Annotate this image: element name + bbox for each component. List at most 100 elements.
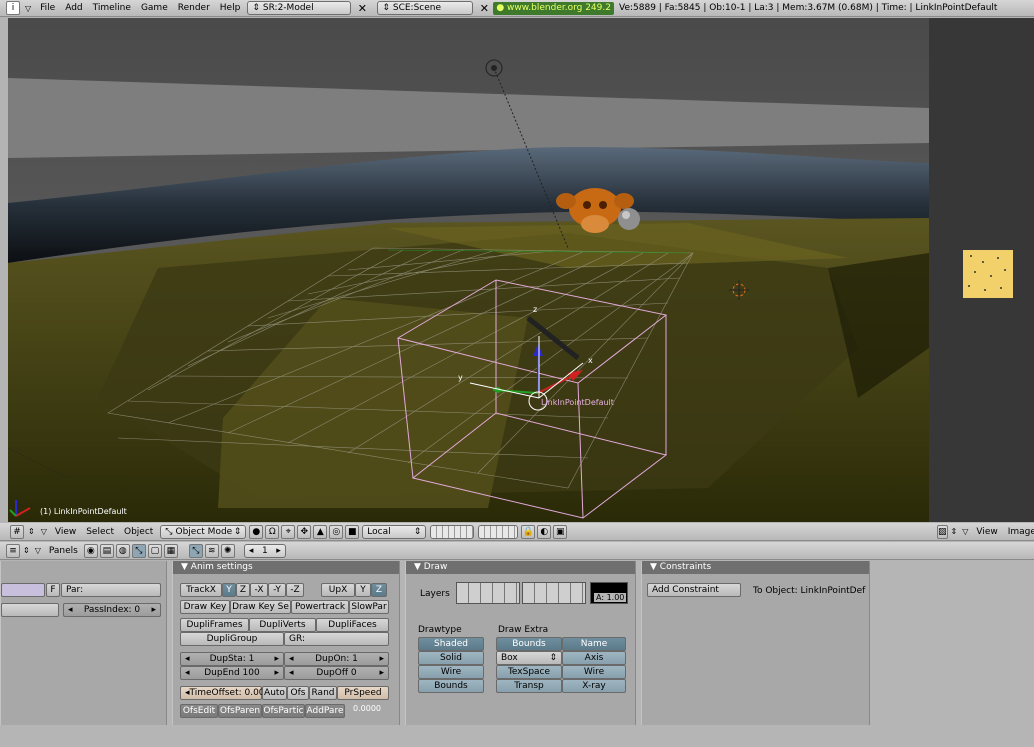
dupliverts-button[interactable]: DupliVerts	[249, 618, 316, 632]
scene-selector[interactable]: ⇕ SCE:Scene	[377, 1, 474, 15]
layer-buttons-1[interactable]	[430, 524, 475, 539]
object-subtab-icon[interactable]: ⤡	[188, 543, 203, 558]
layer-buttons-2[interactable]	[478, 524, 519, 539]
dupligroup-button[interactable]: DupliGroup	[180, 632, 284, 646]
menu-object[interactable]: Object	[124, 527, 153, 537]
render-icon[interactable]: ▣	[553, 524, 568, 539]
menu-select[interactable]: Select	[86, 527, 114, 537]
snap-icon[interactable]: ■	[345, 524, 360, 539]
xray-button[interactable]: X-ray	[562, 679, 626, 693]
image-editor[interactable]	[929, 18, 1034, 522]
object-name-field[interactable]	[1, 583, 45, 597]
info-icon[interactable]: i	[6, 1, 20, 15]
particles-icon[interactable]: ✺	[220, 543, 235, 558]
blank-field[interactable]	[1, 603, 59, 617]
image-editor-arrows-icon[interactable]: ⇕	[951, 527, 958, 536]
layers-grid-1[interactable]	[456, 582, 520, 604]
collapse-icon[interactable]: ▽	[25, 4, 31, 13]
frame-field[interactable]: ◂ 1 ▸	[243, 543, 286, 558]
timeoffset-field[interactable]: ◂TimeOffset: 0.00▸	[180, 686, 269, 700]
up-x-button[interactable]: UpX	[321, 583, 355, 597]
drawtype-wire[interactable]: Wire	[418, 665, 484, 679]
drawtype-shaded[interactable]: Shaded	[418, 637, 484, 651]
rotate-icon[interactable]: ▲	[313, 524, 328, 539]
track-x-button[interactable]: TrackX	[180, 583, 222, 597]
buttons-editor-arrows-icon[interactable]: ⇕	[23, 546, 30, 555]
rand-button[interactable]: Rand	[309, 686, 337, 700]
bounds-type-select[interactable]: Box ⇕	[496, 651, 562, 665]
dupsta-field[interactable]: ◂ DupSta: 1 ▸	[180, 652, 284, 666]
axis-button[interactable]: Axis	[562, 651, 626, 665]
up-y-button[interactable]: Y	[355, 583, 371, 597]
collapse-icon[interactable]: ▽	[41, 527, 47, 536]
prspeed-button[interactable]: PrSpeed	[337, 686, 389, 700]
menu-game[interactable]: Game	[141, 3, 168, 13]
menu-help[interactable]: Help	[220, 3, 241, 13]
texspace-button[interactable]: TexSpace	[496, 665, 562, 679]
image-menu-view[interactable]: View	[976, 527, 997, 537]
draw-key-sel-button[interactable]: Draw Key Se	[230, 600, 291, 614]
image-menu-image[interactable]: Image	[1008, 527, 1034, 537]
ofs-button[interactable]: Ofs	[287, 686, 309, 700]
dupoff-field[interactable]: ◂ DupOff 0 ▸	[284, 666, 389, 680]
delete-screen-icon[interactable]: ✕	[355, 1, 369, 15]
logic-icon[interactable]: ◉	[83, 543, 98, 558]
buttons-editor-icon[interactable]: ≡	[6, 543, 20, 558]
add-constraint-button[interactable]: Add Constraint	[647, 583, 741, 597]
passindex-field[interactable]: ◂ PassIndex: 0 ▸	[63, 603, 161, 617]
edit-icon[interactable]: ▢	[147, 543, 162, 558]
menu-render[interactable]: Render	[178, 3, 210, 13]
dupend-field[interactable]: ◂ DupEnd 100 ▸	[180, 666, 284, 680]
track-negz-button[interactable]: -Z	[286, 583, 304, 597]
manipulator-icon[interactable]: ⌖	[281, 524, 296, 539]
slowpar-button[interactable]: SlowPar	[349, 600, 389, 614]
buttons-collapse-icon[interactable]: ▽	[35, 546, 41, 555]
parent-field[interactable]: Par:	[61, 583, 161, 597]
menu-panels[interactable]: Panels	[49, 546, 78, 556]
menu-add[interactable]: Add	[65, 3, 82, 13]
addpare-button[interactable]: AddPare	[305, 704, 345, 718]
render-preview-icon[interactable]: ◐	[537, 524, 552, 539]
blender-link[interactable]: ● www.blender.org 249.2	[493, 1, 614, 15]
ofsedit-button[interactable]: OfsEdit	[180, 704, 218, 718]
editor-type-icon[interactable]: #	[10, 524, 24, 539]
delete-scene-icon[interactable]: ✕	[477, 1, 491, 15]
screen-selector[interactable]: ⇕ SR:2-Model	[247, 1, 352, 15]
physics-icon[interactable]: ≋	[204, 543, 219, 558]
name-button[interactable]: Name	[562, 637, 626, 651]
powertrack-button[interactable]: Powertrack	[291, 600, 349, 614]
object-icon[interactable]: ⤡	[131, 543, 146, 558]
pivot-icon[interactable]: Ω	[265, 524, 280, 539]
track-negx-button[interactable]: -X	[250, 583, 268, 597]
mode-selector[interactable]: ⤡ Object Mode ⇕	[160, 524, 247, 539]
up-z-button[interactable]: Z	[371, 583, 387, 597]
image-editor-type-icon[interactable]: ▨	[937, 524, 948, 539]
color-swatch[interactable]: A: 1.00	[590, 582, 628, 604]
editor-type-arrows-icon[interactable]: ⇕	[28, 527, 35, 536]
drawtype-solid[interactable]: Solid	[418, 651, 484, 665]
image-collapse-icon[interactable]: ▽	[962, 527, 968, 536]
wire-button[interactable]: Wire	[562, 665, 626, 679]
track-negy-button[interactable]: -Y	[268, 583, 286, 597]
layers-grid-2[interactable]	[522, 582, 586, 604]
dupon-field[interactable]: ◂ DupOn: 1 ▸	[284, 652, 389, 666]
scale-icon[interactable]: ◎	[329, 524, 344, 539]
fake-user-button[interactable]: F	[46, 583, 60, 597]
dupliframes-button[interactable]: DupliFrames	[180, 618, 249, 632]
group-field[interactable]: GR:	[284, 632, 389, 646]
script-icon[interactable]: ▤	[99, 543, 114, 558]
draw-type-icon[interactable]: ●	[249, 524, 264, 539]
auto-button[interactable]: Auto	[262, 686, 287, 700]
menu-view[interactable]: View	[55, 527, 76, 537]
drawtype-bounds[interactable]: Bounds	[418, 679, 484, 693]
scene-icon[interactable]: ▦	[163, 543, 178, 558]
ofspartic-button[interactable]: OfsPartic	[262, 704, 305, 718]
lock-icon[interactable]: 🔒	[521, 524, 536, 539]
track-z-button[interactable]: Z	[236, 583, 250, 597]
draw-key-button[interactable]: Draw Key	[180, 600, 230, 614]
track-y-button[interactable]: Y	[222, 583, 236, 597]
shading-icon[interactable]: ◍	[115, 543, 130, 558]
3d-viewport[interactable]: (1) LinkInPointDefault LinkInPointDefaul…	[8, 18, 929, 522]
duplifaces-button[interactable]: DupliFaces	[316, 618, 389, 632]
menu-timeline[interactable]: Timeline	[93, 3, 131, 13]
